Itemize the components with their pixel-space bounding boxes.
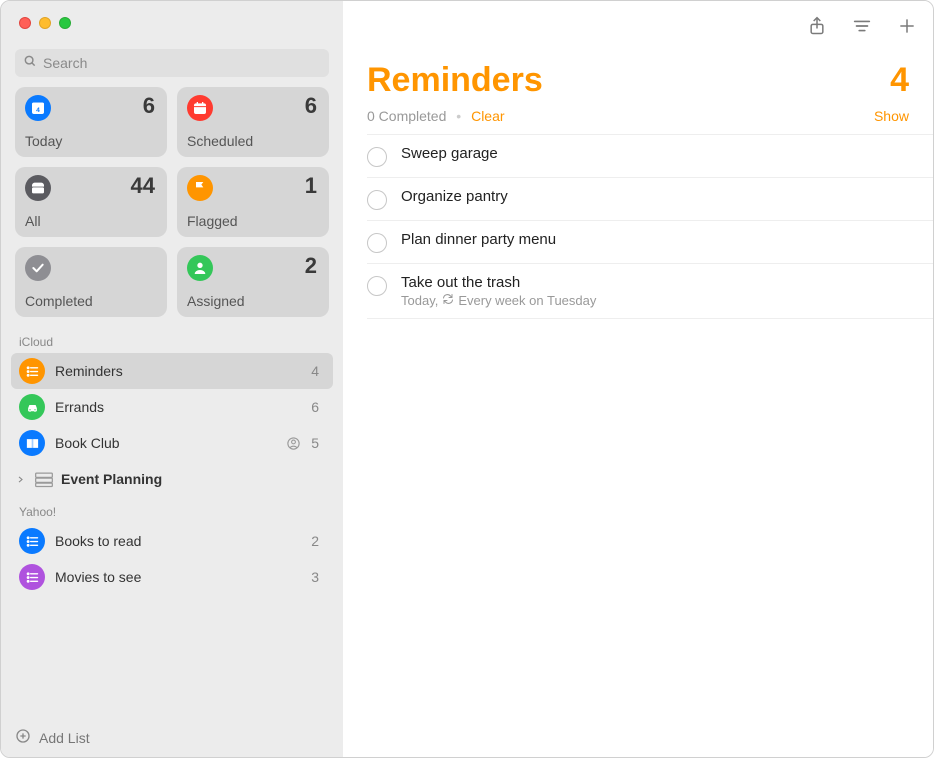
- reminder-row[interactable]: Plan dinner party menu: [367, 221, 933, 264]
- smart-list-assigned[interactable]: 2 Assigned: [177, 247, 329, 317]
- reminder-title: Take out the trash: [401, 274, 909, 291]
- assigned-icon: [187, 255, 213, 281]
- errands-icon: [19, 394, 45, 420]
- shared-icon: [286, 436, 301, 451]
- main-pane: Reminders 4 0 Completed • Clear Show Swe…: [343, 1, 933, 757]
- list-count: 5: [311, 435, 325, 451]
- complete-checkbox[interactable]: [367, 276, 387, 296]
- moviestosee-icon: [19, 564, 45, 590]
- folder-icon: [31, 470, 57, 488]
- search-input[interactable]: [43, 55, 321, 71]
- reminder-title: Plan dinner party menu: [401, 231, 909, 248]
- smart-list-flagged[interactable]: 1 Flagged: [177, 167, 329, 237]
- reminders-icon: [19, 358, 45, 384]
- group-eventplanning[interactable]: Event Planning: [11, 461, 333, 497]
- today-icon: 4: [25, 95, 51, 121]
- fullscreen-window-button[interactable]: [59, 17, 71, 29]
- list-count: 4: [890, 61, 909, 100]
- smart-list-label: Assigned: [187, 293, 245, 309]
- flagged-icon: [187, 175, 213, 201]
- list-count: 3: [311, 569, 325, 585]
- list-label: Movies to see: [55, 569, 301, 585]
- smart-list-scheduled[interactable]: 6 Scheduled: [177, 87, 329, 157]
- reminder-title: Sweep garage: [401, 145, 909, 162]
- list-errands[interactable]: Errands 6: [11, 389, 333, 425]
- list-label: Book Club: [55, 435, 276, 451]
- smart-lists-grid: 4 6 Today 6 Scheduled 44 All 1 Flagged Completed 2…: [1, 87, 343, 327]
- account-header-icloud: iCloud: [1, 327, 343, 353]
- smart-list-count: 6: [305, 93, 317, 119]
- smart-list-label: Completed: [25, 293, 93, 309]
- complete-checkbox[interactable]: [367, 190, 387, 210]
- toolbar: [343, 1, 933, 51]
- list-count: 4: [311, 363, 325, 379]
- list-count: 2: [311, 533, 325, 549]
- svg-text:4: 4: [36, 107, 40, 114]
- reminder-title: Organize pantry: [401, 188, 909, 205]
- new-reminder-button[interactable]: [897, 16, 917, 36]
- list-bookstoread[interactable]: Books to read 2: [11, 523, 333, 559]
- list-count: 6: [311, 399, 325, 415]
- plus-circle-icon: [15, 728, 31, 747]
- reminder-row[interactable]: Organize pantry: [367, 178, 933, 221]
- window-controls: [1, 1, 343, 45]
- list-bookclub[interactable]: Book Club 5: [11, 425, 333, 461]
- complete-checkbox[interactable]: [367, 147, 387, 167]
- account-header-yahoo: Yahoo!: [1, 497, 343, 523]
- list-title: Reminders: [367, 61, 543, 100]
- scheduled-icon: [187, 95, 213, 121]
- sidebar: 4 6 Today 6 Scheduled 44 All 1 Flagged Completed 2…: [1, 1, 343, 757]
- list-label: Reminders: [55, 363, 301, 379]
- bookclub-icon: [19, 430, 45, 456]
- smart-list-label: All: [25, 213, 41, 229]
- search-icon: [23, 54, 37, 73]
- reminder-subtitle: Today, Every week on Tuesday: [401, 293, 909, 308]
- smart-list-completed[interactable]: Completed: [15, 247, 167, 317]
- smart-list-label: Flagged: [187, 213, 238, 229]
- all-icon: [25, 175, 51, 201]
- minimize-window-button[interactable]: [39, 17, 51, 29]
- reminder-row[interactable]: Sweep garage: [367, 134, 933, 178]
- smart-list-label: Today: [25, 133, 62, 149]
- completed-bar: 0 Completed • Clear Show: [343, 108, 933, 134]
- completed-count-label: 0 Completed: [367, 108, 446, 124]
- search-field[interactable]: [15, 49, 329, 77]
- smart-list-count: 6: [143, 93, 155, 119]
- reminder-row[interactable]: Take out the trash Today, Every week on T…: [367, 264, 933, 319]
- list-reminders[interactable]: Reminders 4: [11, 353, 333, 389]
- bookstoread-icon: [19, 528, 45, 554]
- smart-list-count: 2: [305, 253, 317, 279]
- chevron-right-icon[interactable]: [13, 475, 27, 484]
- smart-list-all[interactable]: 44 All: [15, 167, 167, 237]
- view-options-button[interactable]: [851, 15, 873, 37]
- smart-list-count: 44: [131, 173, 155, 199]
- repeat-icon: [442, 293, 454, 308]
- show-completed-button[interactable]: Show: [874, 108, 909, 124]
- share-button[interactable]: [807, 15, 827, 37]
- smart-list-today[interactable]: 4 6 Today: [15, 87, 167, 157]
- reminders-list: Sweep garage Organize pantry Plan dinner p…: [343, 134, 933, 319]
- list-label: Books to read: [55, 533, 301, 549]
- smart-list-label: Scheduled: [187, 133, 253, 149]
- clear-completed-button[interactable]: Clear: [471, 108, 504, 124]
- app-window: 46Today6Scheduled44All1FlaggedCompleted2…: [0, 0, 934, 758]
- close-window-button[interactable]: [19, 17, 31, 29]
- list-label: Errands: [55, 399, 301, 415]
- list-header: Reminders 4: [343, 51, 933, 108]
- smart-list-count: 1: [305, 173, 317, 199]
- add-list-button[interactable]: Add List: [1, 718, 343, 757]
- list-moviestosee[interactable]: Movies to see 3: [11, 559, 333, 595]
- add-list-label: Add List: [39, 730, 90, 746]
- completed-icon: [25, 255, 51, 281]
- group-label: Event Planning: [61, 471, 162, 487]
- complete-checkbox[interactable]: [367, 233, 387, 253]
